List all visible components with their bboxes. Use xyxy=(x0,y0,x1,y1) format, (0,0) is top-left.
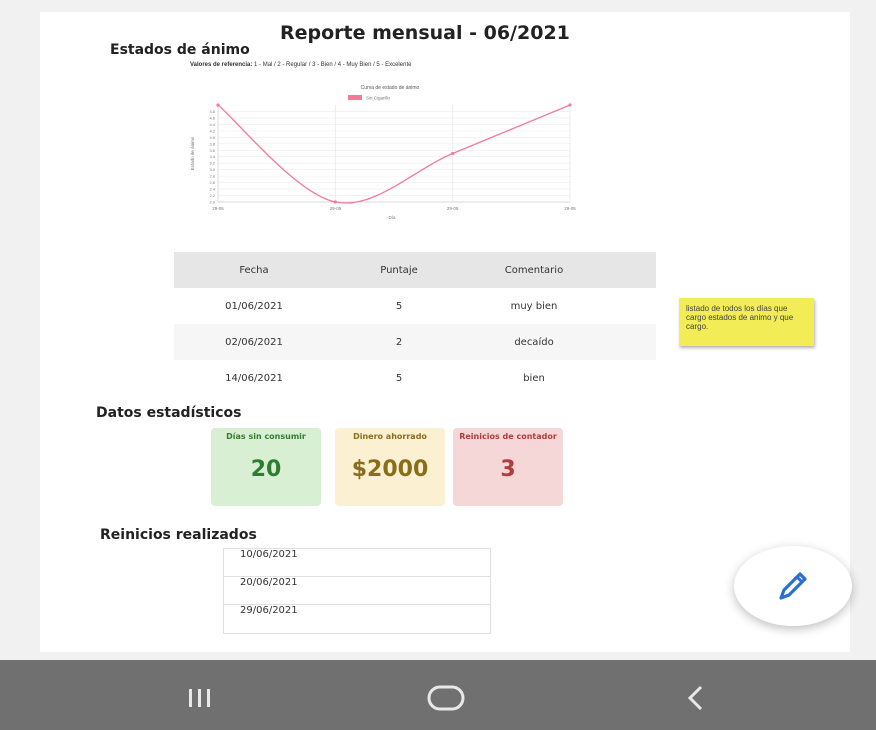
y-tick-label: 2.6 xyxy=(209,180,215,185)
y-tick-label: 4.8 xyxy=(209,109,215,114)
cell-date: 01/06/2021 xyxy=(225,300,283,312)
y-tick-label: 3.8 xyxy=(209,141,215,146)
chart-title: Curva de estado de ánimo xyxy=(361,85,420,91)
y-tick-label: 4.4 xyxy=(209,122,215,127)
y-tick-label: 4.2 xyxy=(209,128,215,133)
list-item: 20/06/2021 xyxy=(224,577,490,605)
stat-card-money: Dinero ahorrado $2000 xyxy=(335,428,445,506)
legend-label: Sin Cigarillo xyxy=(366,96,391,101)
cell-date: 02/06/2021 xyxy=(225,336,283,348)
legend-swatch xyxy=(348,95,362,100)
cell-score: 5 xyxy=(395,300,403,312)
header-puntaje: Puntaje xyxy=(380,264,418,276)
reference-values: Valores de referencia: 1 - Mal / 2 - Reg… xyxy=(190,62,411,68)
y-tick-label: 3.4 xyxy=(209,154,215,159)
stat-value: 20 xyxy=(250,456,282,482)
table-row: 01/06/2021 5 muy bien xyxy=(174,288,656,324)
x-tick-label: 29-05 xyxy=(564,206,576,211)
mood-heading: Estados de ánimo xyxy=(110,42,250,58)
y-tick-label: 2.8 xyxy=(209,174,215,179)
stat-card-resets: Reinicios de contador 3 xyxy=(453,428,563,506)
cell-comment: muy bien xyxy=(510,300,558,312)
home-button[interactable] xyxy=(416,678,476,718)
x-axis-title: Día xyxy=(388,215,396,220)
series-line xyxy=(217,104,571,204)
recent-apps-button[interactable] xyxy=(170,678,230,718)
x-tick-label: 29-05 xyxy=(212,206,224,211)
y-tick-label: 2.0 xyxy=(209,200,215,205)
table-row: 02/06/2021 2 decaído xyxy=(174,324,656,360)
list-item: 10/06/2021 xyxy=(224,549,490,577)
data-point xyxy=(451,151,455,156)
stat-value: 3 xyxy=(500,456,516,482)
stat-label: Reinicios de contador xyxy=(459,432,557,441)
home-icon xyxy=(427,685,465,711)
y-tick-label: 2.4 xyxy=(209,187,215,192)
cell-comment: decaído xyxy=(514,336,554,348)
header-comentario: Comentario xyxy=(504,264,564,276)
stat-label: Días sin consumir xyxy=(226,432,306,441)
mood-chart-svg: Curva de estado de ánimo Sin Cigarillo 4.8… xyxy=(190,85,576,220)
stat-label: Dinero ahorrado xyxy=(353,432,427,441)
cell-score: 5 xyxy=(395,372,403,384)
resets-heading: Reinicios realizados xyxy=(100,527,257,543)
stat-value: $2000 xyxy=(351,456,429,482)
y-tick-label: 2.2 xyxy=(209,193,215,198)
x-tick-label: 29-05 xyxy=(447,206,459,211)
y-tick-label: 4.0 xyxy=(209,135,215,140)
edit-fab-button[interactable] xyxy=(734,546,852,626)
stats-heading: Datos estadísticos xyxy=(96,405,242,421)
y-tick-label: 3.2 xyxy=(209,161,215,166)
x-tick-label: 29-05 xyxy=(330,206,342,211)
page-title: Reporte mensual - 06/2021 xyxy=(280,22,570,44)
header-fecha: Fecha xyxy=(239,264,269,276)
table-row: 14/06/2021 5 bien xyxy=(174,360,656,396)
mood-table: Fecha Puntaje Comentario 01/06/2021 5 mu… xyxy=(174,252,656,396)
resets-list: 10/06/2021 20/06/2021 29/06/2021 xyxy=(223,548,491,634)
cell-comment: bien xyxy=(523,372,545,384)
reference-text: 1 - Mal / 2 - Regular / 3 - Bien / 4 - M… xyxy=(254,62,412,68)
back-icon xyxy=(687,685,703,711)
recent-apps-icon xyxy=(189,689,210,707)
table-header-row: Fecha Puntaje Comentario xyxy=(174,252,656,288)
cell-score: 2 xyxy=(395,336,403,348)
pencil-icon xyxy=(779,572,807,600)
reference-label: Valores de referencia: xyxy=(190,62,253,68)
data-point xyxy=(216,103,220,107)
sticky-note: listado de todos los días que cargo esta… xyxy=(679,298,814,346)
y-tick-label: 4.6 xyxy=(209,115,215,120)
stat-card-days: Días sin consumir 20 xyxy=(211,428,321,506)
list-item: 29/06/2021 xyxy=(240,605,298,616)
data-point xyxy=(333,200,337,204)
mood-chart: Curva de estado de ánimo Sin Cigarillo 4.8… xyxy=(180,80,590,230)
y-axis-title: Estado de ánimo xyxy=(190,136,195,170)
cell-date: 14/06/2021 xyxy=(225,372,283,384)
y-tick-label: 3.0 xyxy=(209,167,215,172)
data-point xyxy=(568,103,572,107)
y-tick-label: 3.6 xyxy=(209,148,215,153)
back-button[interactable] xyxy=(666,678,726,718)
